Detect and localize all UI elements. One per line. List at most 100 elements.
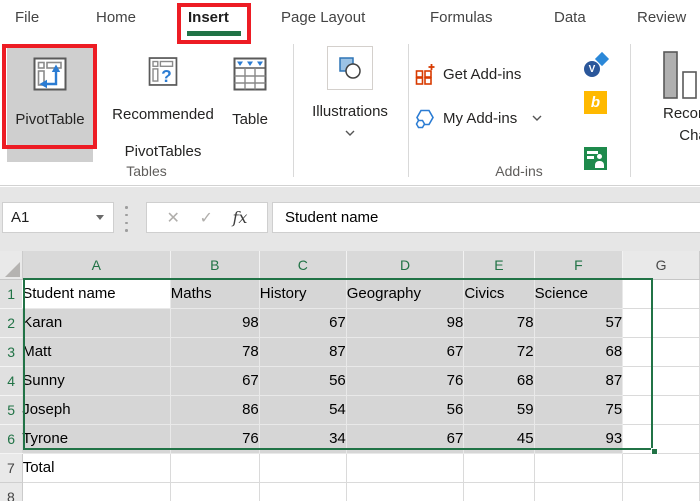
name-box-dropdown-icon[interactable] (96, 215, 104, 220)
recommended-pivottables-button[interactable]: ? Recommended PivotTables (99, 45, 227, 162)
cell-G6[interactable] (622, 424, 700, 454)
column-header-C[interactable]: C (259, 251, 347, 279)
recommended-charts-button[interactable]: Recomm Cha (630, 45, 700, 175)
cell-E3[interactable]: 72 (463, 337, 535, 367)
visio-addin-icon[interactable]: V (584, 51, 610, 77)
cell-G4[interactable] (622, 366, 700, 396)
select-all-triangle-icon (4, 261, 20, 277)
get-addins-button[interactable]: Get Add-ins (414, 58, 521, 90)
column-header-G[interactable]: G (622, 251, 700, 280)
tab-home[interactable]: Home (96, 0, 136, 36)
cell-A8[interactable] (22, 482, 171, 501)
cell-E7[interactable] (463, 453, 535, 483)
select-all-button[interactable] (0, 251, 23, 280)
cell-A6[interactable]: Tyrone (22, 424, 171, 454)
recommended-pivottables-label-line1: Recommended (112, 106, 214, 123)
name-box-value: A1 (11, 209, 30, 226)
cell-D6[interactable]: 67 (346, 424, 465, 454)
cell-B5[interactable]: 86 (170, 395, 260, 425)
cell-D8[interactable] (346, 482, 465, 501)
cell-C1[interactable]: History (259, 279, 347, 309)
enter-icon[interactable]: ✓ (200, 208, 213, 228)
tab-formulas[interactable]: Formulas (430, 0, 493, 36)
cell-B2[interactable]: 98 (170, 308, 260, 338)
cell-G3[interactable] (622, 337, 700, 367)
cell-E6[interactable]: 45 (463, 424, 535, 454)
row-header-7[interactable]: 7 (0, 453, 23, 483)
cell-G7[interactable] (622, 453, 700, 483)
cell-F8[interactable] (534, 482, 624, 501)
row-header-2[interactable]: 2 (0, 308, 23, 338)
cell-G5[interactable] (622, 395, 700, 425)
insert-function-icon[interactable]: fx (232, 208, 247, 227)
cell-C2[interactable]: 67 (259, 308, 347, 338)
cell-G1[interactable] (622, 279, 700, 309)
cell-E2[interactable]: 78 (463, 308, 535, 338)
cell-B8[interactable] (170, 482, 260, 501)
illustrations-button[interactable]: Illustrations (312, 45, 388, 175)
cell-C8[interactable] (259, 482, 347, 501)
row-header-4[interactable]: 4 (0, 366, 23, 396)
cell-D3[interactable]: 67 (346, 337, 465, 367)
column-header-D[interactable]: D (346, 251, 465, 279)
column-header-B[interactable]: B (170, 251, 260, 279)
cell-D4[interactable]: 76 (346, 366, 465, 396)
cell-G2[interactable] (622, 308, 700, 338)
cell-B4[interactable]: 67 (170, 366, 260, 396)
cell-F5[interactable]: 75 (534, 395, 624, 425)
cell-E4[interactable]: 68 (463, 366, 535, 396)
cell-B3[interactable]: 78 (170, 337, 260, 367)
tab-data[interactable]: Data (554, 0, 586, 36)
cell-F1[interactable]: Science (534, 279, 624, 309)
column-header-F[interactable]: F (534, 251, 624, 279)
cell-F7[interactable] (534, 453, 624, 483)
my-addins-button[interactable]: My Add-ins (414, 102, 542, 134)
cell-C3[interactable]: 87 (259, 337, 347, 367)
cell-F3[interactable]: 68 (534, 337, 624, 367)
cell-E1[interactable]: Civics (463, 279, 535, 309)
table-button[interactable]: Table (224, 45, 276, 162)
cell-A4[interactable]: Sunny (22, 366, 171, 396)
cell-D1[interactable]: Geography (346, 279, 465, 309)
row-header-6[interactable]: 6 (0, 424, 23, 454)
cell-E8[interactable] (463, 482, 535, 501)
cell-F2[interactable]: 57 (534, 308, 624, 338)
bing-maps-addin-icon[interactable]: b (584, 91, 607, 114)
cell-C5[interactable]: 54 (259, 395, 347, 425)
column-header-E[interactable]: E (463, 251, 535, 279)
cell-C7[interactable] (259, 453, 347, 483)
formula-bar-drag-dots[interactable] (125, 206, 128, 232)
cell-A5[interactable]: Joseph (22, 395, 171, 425)
cell-D2[interactable]: 98 (346, 308, 465, 338)
row-header-8[interactable]: 8 (0, 482, 23, 501)
formula-input[interactable]: Student name (272, 202, 700, 233)
tab-page-layout[interactable]: Page Layout (281, 0, 365, 36)
cell-D7[interactable] (346, 453, 465, 483)
chevron-down-icon[interactable] (345, 130, 355, 136)
tab-file[interactable]: File (15, 0, 39, 36)
cell-D5[interactable]: 56 (346, 395, 465, 425)
cell-B7[interactable] (170, 453, 260, 483)
cell-B6[interactable]: 76 (170, 424, 260, 454)
cell-C4[interactable]: 56 (259, 366, 347, 396)
name-box[interactable]: A1 (2, 202, 114, 233)
cell-C6[interactable]: 34 (259, 424, 347, 454)
cancel-icon[interactable]: ✕ (167, 208, 180, 228)
cell-F4[interactable]: 87 (534, 366, 624, 396)
cell-A1[interactable]: Student name (22, 279, 171, 309)
cell-A7[interactable]: Total (22, 453, 171, 483)
tab-review[interactable]: Review (637, 0, 686, 36)
row-header-1[interactable]: 1 (0, 279, 23, 309)
table-row: 1 Student name Maths History Geography C… (0, 279, 700, 309)
cell-A3[interactable]: Matt (22, 337, 171, 367)
row-header-3[interactable]: 3 (0, 337, 23, 367)
fill-handle[interactable] (651, 448, 658, 455)
column-header-A[interactable]: A (22, 251, 171, 279)
chevron-down-icon[interactable] (532, 115, 542, 121)
cell-E5[interactable]: 59 (463, 395, 535, 425)
row-header-5[interactable]: 5 (0, 395, 23, 425)
cell-G8[interactable] (622, 482, 700, 501)
cell-A2[interactable]: Karan (22, 308, 171, 338)
cell-B1[interactable]: Maths (170, 279, 260, 309)
cell-F6[interactable]: 93 (534, 424, 624, 454)
